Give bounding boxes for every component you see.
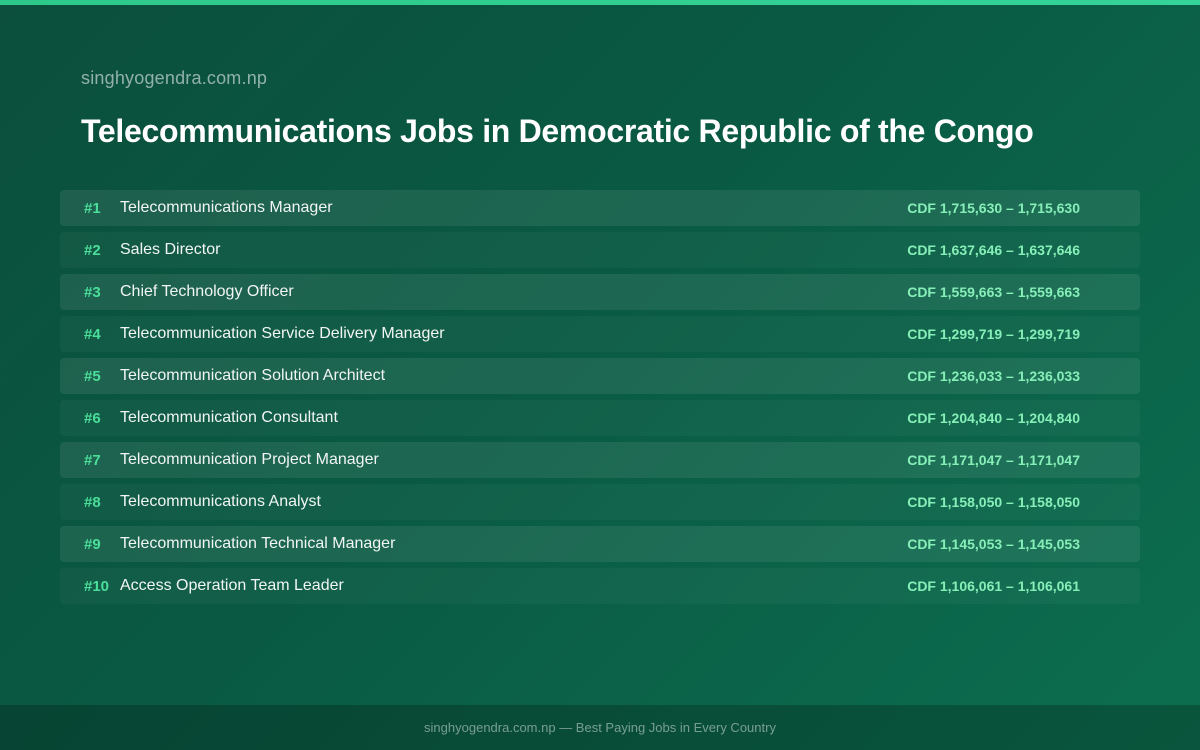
job-title: Access Operation Team Leader [120,577,344,594]
job-salary: CDF 1,145,053 – 1,145,053 [907,536,1080,552]
job-salary: CDF 1,158,050 – 1,158,050 [907,494,1080,510]
job-title: Telecommunication Technical Manager [120,535,396,552]
job-title: Telecommunications Manager [120,199,333,216]
job-salary: CDF 1,299,719 – 1,299,719 [907,326,1080,342]
page-title: Telecommunications Jobs in Democratic Re… [81,113,1034,149]
job-rank: #3 [84,283,101,301]
job-rank: #4 [84,325,101,343]
job-title: Sales Director [120,241,221,258]
job-row: #8 Telecommunications Analyst CDF 1,158,… [60,484,1140,520]
footer: singhyogendra.com.np — Best Paying Jobs … [0,705,1200,750]
job-title: Telecommunications Analyst [120,493,321,510]
job-rank: #2 [84,241,101,259]
site-name: singhyogendra.com.np [81,68,268,88]
job-rank: #8 [84,493,101,511]
job-salary: CDF 1,204,840 – 1,204,840 [907,410,1080,426]
job-row: #6 Telecommunication Consultant CDF 1,20… [60,400,1140,436]
job-salary: CDF 1,559,663 – 1,559,663 [907,284,1080,300]
job-salary: CDF 1,171,047 – 1,171,047 [907,452,1080,468]
job-rank: #5 [84,367,101,385]
job-title: Telecommunication Project Manager [120,451,379,468]
job-title: Telecommunication Consultant [120,409,338,426]
job-row: #9 Telecommunication Technical Manager C… [60,526,1140,562]
job-rank: #1 [84,199,101,217]
top-accent-bar [0,0,1200,5]
job-row: #4 Telecommunication Service Delivery Ma… [60,316,1140,352]
footer-text: singhyogendra.com.np — Best Paying Jobs … [424,720,776,735]
job-rank: #7 [84,451,101,469]
job-row: #7 Telecommunication Project Manager CDF… [60,442,1140,478]
job-salary: CDF 1,236,033 – 1,236,033 [907,368,1080,384]
job-salary: CDF 1,106,061 – 1,106,061 [907,578,1080,594]
job-title: Telecommunication Service Delivery Manag… [120,325,445,342]
job-row: #1 Telecommunications Manager CDF 1,715,… [60,190,1140,226]
job-salary: CDF 1,637,646 – 1,637,646 [907,242,1080,258]
job-row: #10 Access Operation Team Leader CDF 1,1… [60,568,1140,604]
job-rank: #10 [84,577,110,595]
job-row: #5 Telecommunication Solution Architect … [60,358,1140,394]
job-title: Telecommunication Solution Architect [120,367,386,384]
job-rank: #6 [84,409,101,427]
job-list: #1 Telecommunications Manager CDF 1,715,… [60,190,1140,610]
job-title: Chief Technology Officer [120,283,294,300]
job-row: #2 Sales Director CDF 1,637,646 – 1,637,… [60,232,1140,268]
job-salary: CDF 1,715,630 – 1,715,630 [907,200,1080,216]
job-row: #3 Chief Technology Officer CDF 1,559,66… [60,274,1140,310]
job-rank: #9 [84,535,101,553]
